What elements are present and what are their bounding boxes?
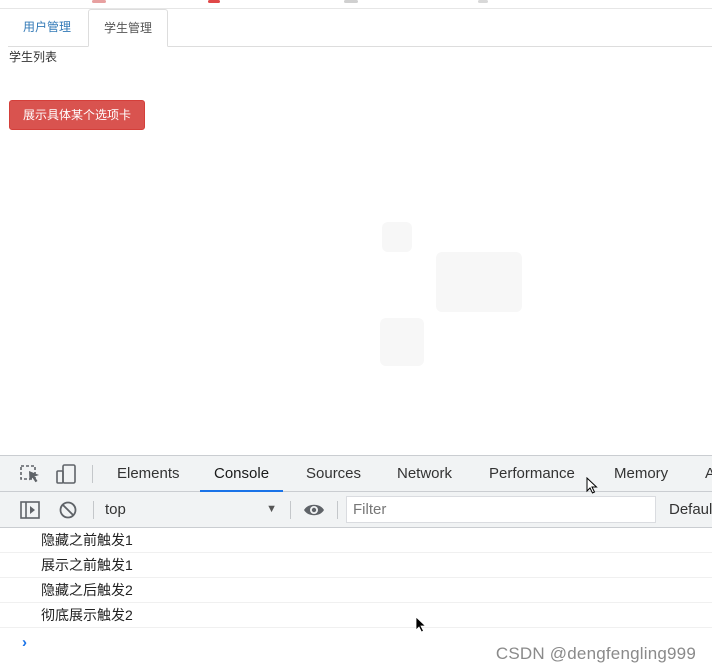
dropdown-arrow-icon: ▼ — [266, 503, 277, 515]
context-select-value: top — [105, 501, 126, 518]
devtools-tab-bar: Elements Console Sources Network Perform… — [0, 455, 712, 492]
tab-user-management[interactable]: 用户管理 — [8, 9, 88, 46]
filter-input[interactable] — [346, 496, 656, 523]
mouse-cursor-icon — [586, 476, 598, 494]
faint-mark — [436, 252, 522, 312]
toolbar-divider — [290, 501, 291, 519]
console-prompt-icon[interactable]: › — [22, 634, 27, 651]
tab-elements[interactable]: Elements — [117, 456, 180, 492]
tab-memory[interactable]: Memory — [614, 456, 668, 492]
device-toolbar-icon[interactable] — [55, 463, 79, 485]
log-levels-dropdown[interactable]: Defaul — [669, 492, 712, 527]
inspect-element-icon[interactable] — [19, 463, 43, 485]
faint-mark — [380, 318, 424, 366]
console-message: 彻底展示触发2 — [0, 603, 712, 628]
top-strip — [0, 0, 712, 9]
toolbar-divider — [92, 465, 93, 483]
tab-application[interactable]: A — [705, 456, 712, 492]
faint-mark — [382, 222, 412, 252]
devtools-panel: Elements Console Sources Network Perform… — [0, 455, 712, 672]
eye-icon[interactable] — [303, 499, 327, 521]
show-tab-button[interactable]: 展示具体某个选项卡 — [9, 100, 145, 130]
context-select[interactable]: top ▼ — [105, 492, 283, 527]
console-output: 隐藏之前触发1 展示之前触发1 隐藏之后触发2 彻底展示触发2 › CSDN @… — [0, 528, 712, 672]
tab-network[interactable]: Network — [397, 456, 452, 492]
sidebar-toggle-icon[interactable] — [19, 499, 43, 521]
tab-console[interactable]: Console — [200, 456, 284, 492]
web-page: 用户管理 学生管理 学生列表 展示具体某个选项卡 — [0, 0, 712, 455]
tab-student-management[interactable]: 学生管理 — [88, 9, 168, 47]
tab-sources[interactable]: Sources — [306, 456, 361, 492]
toolbar-divider — [93, 501, 94, 519]
nav-tabs: 用户管理 学生管理 — [8, 9, 712, 47]
tab-performance[interactable]: Performance — [489, 456, 575, 492]
tab-pane-content: 学生列表 — [9, 50, 58, 64]
console-message: 展示之前触发1 — [0, 553, 712, 578]
watermark: CSDN @dengfengling999 — [495, 644, 696, 663]
console-toolbar: top ▼ Defaul — [0, 492, 712, 528]
toolbar-divider — [337, 501, 338, 519]
clear-console-icon[interactable] — [57, 499, 81, 521]
console-message: 隐藏之前触发1 — [0, 528, 712, 553]
console-message: 隐藏之后触发2 — [0, 578, 712, 603]
mouse-cursor-icon — [415, 616, 427, 633]
